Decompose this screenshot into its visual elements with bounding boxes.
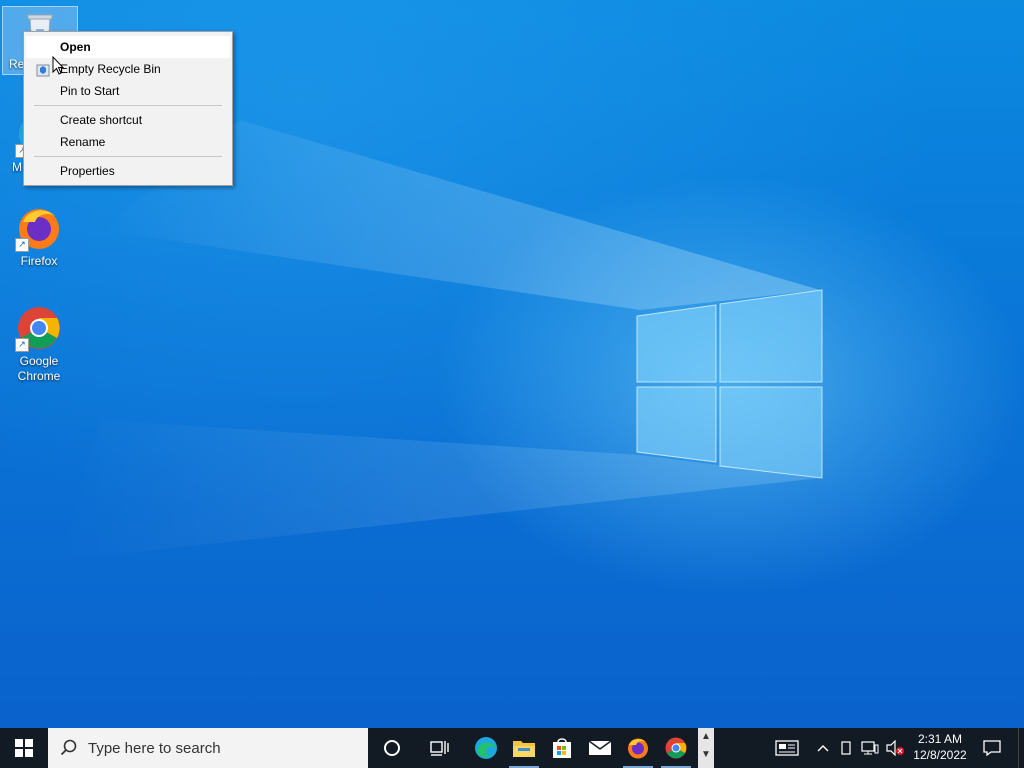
menu-item-rename[interactable]: Rename: [26, 131, 230, 153]
clock-time: 2:31 AM: [917, 732, 963, 746]
taskbar-edge[interactable]: [467, 728, 505, 768]
desktop-icon-label: Firefox: [20, 254, 58, 268]
menu-separator: [34, 156, 222, 157]
clock-date: 12/8/2022: [913, 748, 967, 762]
show-hidden-icons-button[interactable]: [812, 728, 834, 768]
network-button[interactable]: [858, 728, 882, 768]
network-icon: [861, 741, 879, 755]
menu-item-properties[interactable]: Properties: [26, 160, 230, 182]
menu-item-label: Create shortcut: [60, 113, 143, 127]
firefox-icon: [628, 738, 648, 759]
taskbar-scroll[interactable]: ▲ ▼: [698, 728, 714, 768]
desktop-icon-firefox[interactable]: ↗ Firefox: [2, 204, 76, 269]
cortana-button[interactable]: [373, 728, 411, 768]
show-desktop-button[interactable]: [1018, 728, 1024, 768]
taskbar-store[interactable]: [543, 728, 581, 768]
menu-separator: [34, 105, 222, 106]
menu-item-label: Rename: [60, 135, 106, 149]
search-placeholder: Type here to search: [88, 739, 221, 757]
mouse-cursor-icon: [52, 56, 64, 75]
volume-muted-icon: [886, 740, 904, 756]
firefox-icon: ↗: [15, 204, 63, 252]
tablet-icon: [841, 741, 851, 755]
taskbar-firefox[interactable]: [619, 728, 657, 768]
taskbar-clock[interactable]: 2:31 AM 12/8/2022: [906, 731, 974, 763]
action-center-button[interactable]: [974, 728, 1010, 768]
news-icon: [775, 740, 799, 756]
notifications-icon: [983, 740, 1001, 757]
file-explorer-icon: [513, 741, 535, 757]
menu-item-label: Properties: [60, 164, 115, 178]
taskbar-search-box[interactable]: Type here to search: [48, 728, 368, 768]
menu-item-open[interactable]: Open: [26, 36, 230, 58]
context-menu: Open Empty Recycle Bin Pin to Start Crea…: [23, 31, 233, 186]
start-button[interactable]: [5, 728, 43, 768]
menu-item-label: Pin to Start: [60, 84, 120, 98]
store-icon: [553, 738, 571, 758]
chrome-icon: [665, 737, 687, 759]
chevron-up-icon: ▲: [701, 731, 711, 742]
tray-device-button[interactable]: [836, 728, 856, 768]
chevron-down-icon: ▼: [701, 749, 711, 760]
task-view-button[interactable]: [421, 728, 459, 768]
cortana-icon: [384, 740, 400, 756]
edge-icon: [475, 737, 497, 759]
shield-icon: [36, 62, 50, 77]
taskbar-file-explorer[interactable]: [505, 728, 543, 768]
news-widget-button[interactable]: [768, 728, 806, 768]
taskbar-chrome[interactable]: [657, 728, 695, 768]
menu-item-create-shortcut[interactable]: Create shortcut: [26, 109, 230, 131]
search-icon: [60, 739, 77, 756]
menu-item-label: Empty Recycle Bin: [60, 62, 161, 76]
windows-start-icon: [15, 739, 33, 757]
taskbar: Type here to search ▲ ▼ 2:31 AM 12/8/202…: [0, 728, 1024, 768]
shortcut-arrow-icon: ↗: [15, 238, 29, 252]
mail-icon: [588, 740, 612, 755]
menu-item-pin-to-start[interactable]: Pin to Start: [26, 80, 230, 102]
menu-item-label: Open: [60, 40, 91, 54]
desktop-icon-label: Google Chrome: [17, 354, 61, 383]
chrome-icon: ↗: [15, 304, 63, 352]
desktop-icon-google-chrome[interactable]: ↗ Google Chrome: [2, 304, 76, 384]
shortcut-arrow-icon: ↗: [15, 338, 29, 352]
chevron-up-icon: [817, 745, 829, 752]
volume-button[interactable]: [883, 728, 907, 768]
taskbar-mail[interactable]: [581, 728, 619, 768]
task-view-icon: [430, 741, 449, 756]
desktop[interactable]: Re ↗ M ↗ Firefox ↗ Google Chrome Open Em…: [0, 0, 1024, 728]
